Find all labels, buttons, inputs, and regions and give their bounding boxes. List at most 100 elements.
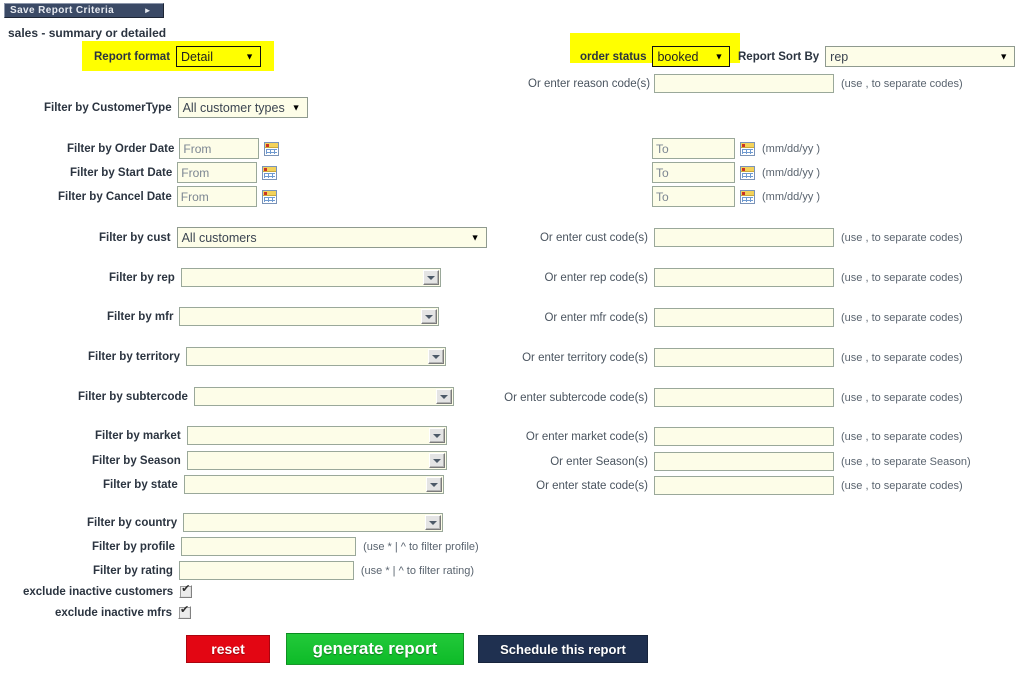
filter-state-row: Filter by state [103,475,444,494]
filter-country-select[interactable] [183,513,444,532]
rep-code-input[interactable] [654,268,834,287]
save-report-criteria-tab[interactable]: Save Report Criteria ► [4,3,164,18]
territory-code-row: Or enter territory code(s) (use , to sep… [517,348,963,367]
order-status-label: order status [580,50,647,63]
order-date-row-left: Filter by Order Date [67,138,280,159]
filter-country-label: Filter by country [87,516,178,529]
calendar-icon[interactable] [740,141,755,156]
customer-type-row: Filter by CustomerType All customer type… [44,97,308,118]
start-date-to-input[interactable] [652,162,735,183]
rep-code-row: Or enter rep code(s) (use , to separate … [534,268,963,287]
calendar-icon[interactable] [264,141,280,156]
schedule-report-button[interactable]: Schedule this report [478,635,648,663]
chevron-down-icon [425,477,442,492]
filter-rep-row: Filter by rep [109,268,441,287]
filter-profile-label: Filter by profile [92,540,176,553]
market-code-row: Or enter market code(s) (use , to separa… [524,427,963,446]
filter-subtercode-row: Filter by subtercode [78,387,454,406]
chevron-down-icon: ▼ [245,51,255,61]
cust-code-input[interactable] [654,228,834,247]
filter-season-select[interactable] [186,451,447,470]
report-sort-label: Report Sort By [738,50,820,63]
exclude-inactive-customers-checkbox[interactable] [179,583,193,598]
filter-rep-label: Filter by rep [109,271,175,284]
mfr-code-label: Or enter mfr code(s) [544,311,648,324]
report-sort-select[interactable]: rep ▼ [825,46,1016,67]
order-status-value: booked [657,49,699,64]
cancel-date-label: Filter by Cancel Date [58,190,172,203]
order-status-select[interactable]: booked ▼ [652,46,731,67]
filter-country-row: Filter by country [87,513,444,532]
order-date-format-hint: (mm/dd/yy ) [762,142,821,155]
order-date-from-input[interactable] [179,138,260,159]
filter-season-label: Filter by Season [92,454,181,467]
filter-mfr-label: Filter by mfr [107,310,174,323]
report-format-label: Report format [94,50,171,63]
exclude-inactive-mfrs-row: exclude inactive mfrs [55,604,191,619]
report-format-value: Detail [181,49,213,64]
territory-code-input[interactable] [654,348,834,367]
subtercode-code-label: Or enter subtercode code(s) [504,391,648,404]
start-date-row-right: (mm/dd/yy ) [652,162,820,183]
filter-mfr-select[interactable] [179,307,440,326]
season-code-hint: (use , to separate Season) [841,455,971,468]
mfr-code-input[interactable] [654,308,834,327]
cancel-date-row-right: (mm/dd/yy ) [652,186,820,207]
subtercode-code-hint: (use , to separate codes) [841,391,963,404]
filter-profile-row: Filter by profile (use * | ^ to filter p… [92,537,479,556]
chevron-down-icon [428,453,445,468]
filter-rating-input[interactable] [178,561,354,580]
filter-season-row: Filter by Season [92,451,447,470]
exclude-inactive-mfrs-checkbox[interactable] [177,604,191,619]
chevron-down-icon: ▼ [714,51,724,61]
chevron-down-icon: ▼ [470,232,480,242]
exclude-inactive-customers-row: exclude inactive customers [23,583,193,598]
chevron-right-icon: ► [143,6,152,15]
customer-type-label: Filter by CustomerType [44,101,172,114]
chevron-down-icon [435,389,452,404]
filter-territory-label: Filter by territory [88,350,181,363]
filter-market-label: Filter by market [95,429,181,442]
territory-code-hint: (use , to separate codes) [841,351,963,364]
cancel-date-from-input[interactable] [176,186,257,207]
customer-type-select[interactable]: All customer types ▼ [177,97,308,118]
chevron-down-icon [421,309,438,324]
territory-code-label: Or enter territory code(s) [522,351,648,364]
start-date-label: Filter by Start Date [70,166,173,179]
calendar-icon[interactable] [740,189,755,204]
report-format-select[interactable]: Detail ▼ [176,46,262,67]
filter-territory-select[interactable] [186,347,447,366]
filter-subtercode-select[interactable] [193,387,454,406]
state-code-input[interactable] [654,476,834,495]
start-date-row-left: Filter by Start Date [70,162,278,183]
market-code-hint: (use , to separate codes) [841,430,963,443]
cancel-date-to-input[interactable] [652,186,735,207]
calendar-icon[interactable] [740,165,755,180]
report-sort-value: rep [830,49,849,64]
season-code-row: Or enter Season(s) (use , to separate Se… [548,452,971,471]
state-code-row: Or enter state code(s) (use , to separat… [530,476,963,495]
season-code-input[interactable] [654,452,834,471]
season-code-label: Or enter Season(s) [550,455,648,468]
start-date-from-input[interactable] [177,162,258,183]
market-code-input[interactable] [654,427,834,446]
filter-cust-select[interactable]: All customers ▼ [176,227,487,248]
filter-state-select[interactable] [183,475,444,494]
reset-button[interactable]: reset [186,635,270,663]
chevron-down-icon [425,515,442,530]
mfr-code-row: Or enter mfr code(s) (use , to separate … [536,308,963,327]
order-date-to-input[interactable] [652,138,735,159]
rep-code-label: Or enter rep code(s) [544,271,648,284]
generate-report-button[interactable]: generate report [286,633,464,665]
calendar-icon[interactable] [261,189,277,204]
subtercode-code-input[interactable] [654,388,834,407]
reason-code-input[interactable] [654,74,834,93]
filter-rep-select[interactable] [180,268,441,287]
state-code-label: Or enter state code(s) [536,479,648,492]
mfr-code-hint: (use , to separate codes) [841,311,963,324]
reason-code-hint: (use , to separate codes) [841,77,963,90]
filter-profile-input[interactable] [181,537,357,556]
rep-code-hint: (use , to separate codes) [841,271,963,284]
calendar-icon[interactable] [262,165,278,180]
filter-market-select[interactable] [186,426,447,445]
